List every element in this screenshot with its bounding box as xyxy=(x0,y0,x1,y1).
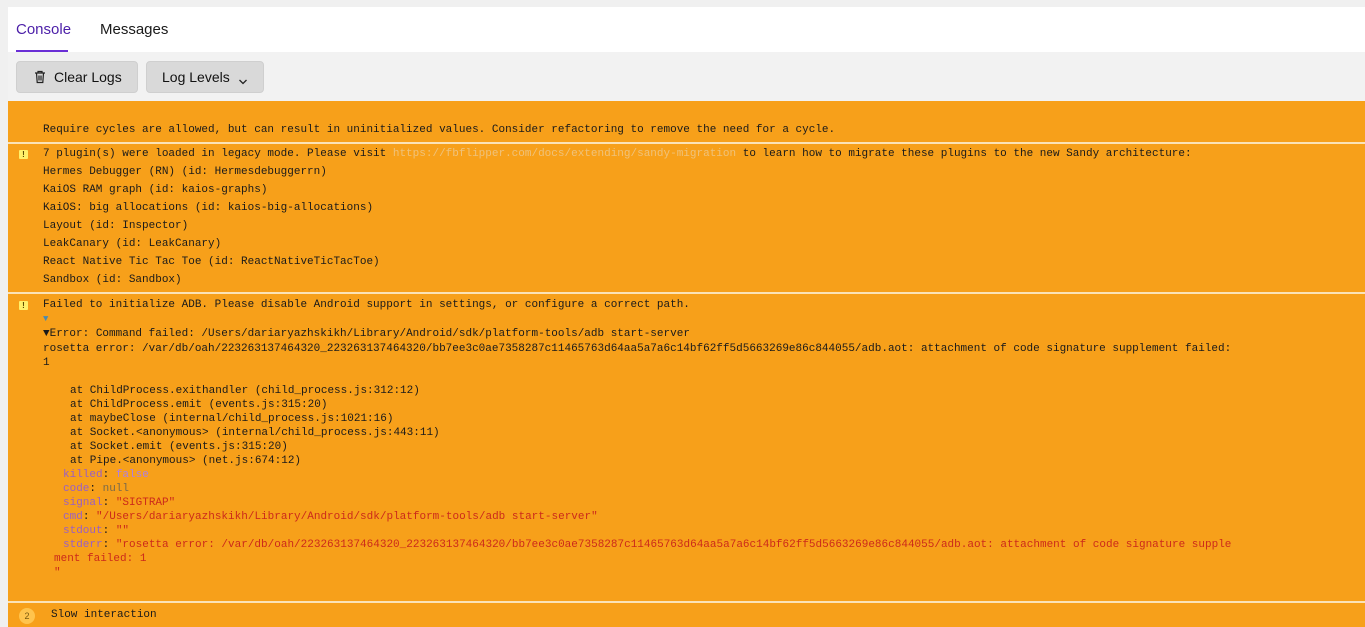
clear-logs-button[interactable]: Clear Logs xyxy=(16,61,138,93)
warning-icon: ! xyxy=(19,301,28,310)
app-frame: Console Messages Clear Logs Log Levels R… xyxy=(8,7,1365,627)
tab-messages[interactable]: Messages xyxy=(100,21,168,38)
repeat-count-badge: 2 xyxy=(19,608,35,624)
log-divider xyxy=(8,601,1365,603)
plugin-line: Sandbox (id: Sandbox) xyxy=(43,274,182,286)
log-entry-require-cycle: Require cycles are allowed, but can resu… xyxy=(43,124,836,136)
prop-stderr: stderr: "rosetta error: /var/db/oah/2232… xyxy=(63,539,1232,551)
rosetta-error-line: rosetta error: /var/db/oah/2232631374643… xyxy=(43,343,1232,355)
stack-frame: at Socket.emit (events.js:315:20) xyxy=(70,441,288,453)
log-entry-adb-failure: Failed to initialize ADB. Please disable… xyxy=(43,299,690,311)
plugin-line: KaiOS: big allocations (id: kaios-big-al… xyxy=(43,202,374,214)
error-expander[interactable]: ▼Error: Command failed: /Users/dariaryaz… xyxy=(43,328,690,340)
log-list[interactable]: Require cycles are allowed, but can resu… xyxy=(8,101,1365,627)
plugin-line: React Native Tic Tac Toe (id: ReactNativ… xyxy=(43,256,380,268)
log-entry-legacy-plugins: 7 plugin(s) were loaded in legacy mode. … xyxy=(43,148,1192,160)
log-levels-dropdown[interactable]: Log Levels xyxy=(146,61,264,93)
log-divider xyxy=(8,292,1365,294)
stack-frame: at Pipe.<anonymous> (net.js:674:12) xyxy=(70,455,302,467)
stack-frame: at Socket.<anonymous> (internal/child_pr… xyxy=(70,427,440,439)
plugin-line: Hermes Debugger (RN) (id: Hermesdebugger… xyxy=(43,166,327,178)
clear-logs-label: Clear Logs xyxy=(54,69,122,85)
slow-interaction-text: Slow interaction xyxy=(51,609,157,621)
plugin-line: LeakCanary (id: LeakCanary) xyxy=(43,238,222,250)
console-toolbar: Clear Logs Log Levels xyxy=(8,52,1365,101)
error-message: Error: Command failed: /Users/dariaryazh… xyxy=(49,328,690,340)
log-levels-label: Log Levels xyxy=(162,69,230,85)
plugin-line: Layout (id: Inspector) xyxy=(43,220,189,232)
prop-signal: signal: "SIGTRAP" xyxy=(63,497,176,509)
prop-killed: killed: false xyxy=(63,469,149,481)
rosetta-error-line: 1 xyxy=(43,357,50,369)
stack-frame: at ChildProcess.emit (events.js:315:20) xyxy=(70,399,328,411)
tab-console[interactable]: Console xyxy=(16,21,71,38)
warning-icon: ! xyxy=(19,150,28,159)
plugin-line: KaiOS RAM graph (id: kaios-graphs) xyxy=(43,184,268,196)
chevron-down-icon xyxy=(238,73,248,85)
expand-toggle-icon[interactable]: ▼ xyxy=(43,314,48,324)
sandy-migration-link[interactable]: https://fbflipper.com/docs/extending/san… xyxy=(393,148,736,160)
prop-code: code: null xyxy=(63,483,130,495)
stack-frame: at ChildProcess.exithandler (child_proce… xyxy=(70,385,420,397)
trash-icon xyxy=(34,70,46,84)
tab-bar: Console Messages xyxy=(8,7,1365,52)
prop-stderr-cont: ment failed: 1 xyxy=(54,553,147,565)
prop-stderr-end: " xyxy=(54,567,61,579)
prop-stdout: stdout: "" xyxy=(63,525,130,537)
collapse-triangle-icon: ▼ xyxy=(43,328,50,340)
prop-cmd: cmd: "/Users/dariaryazhskikh/Library/And… xyxy=(63,511,598,523)
log-divider xyxy=(8,142,1365,144)
stack-frame: at maybeClose (internal/child_process.js… xyxy=(70,413,394,425)
log-entry-slow-interaction: 2 Slow interaction xyxy=(8,606,1365,627)
